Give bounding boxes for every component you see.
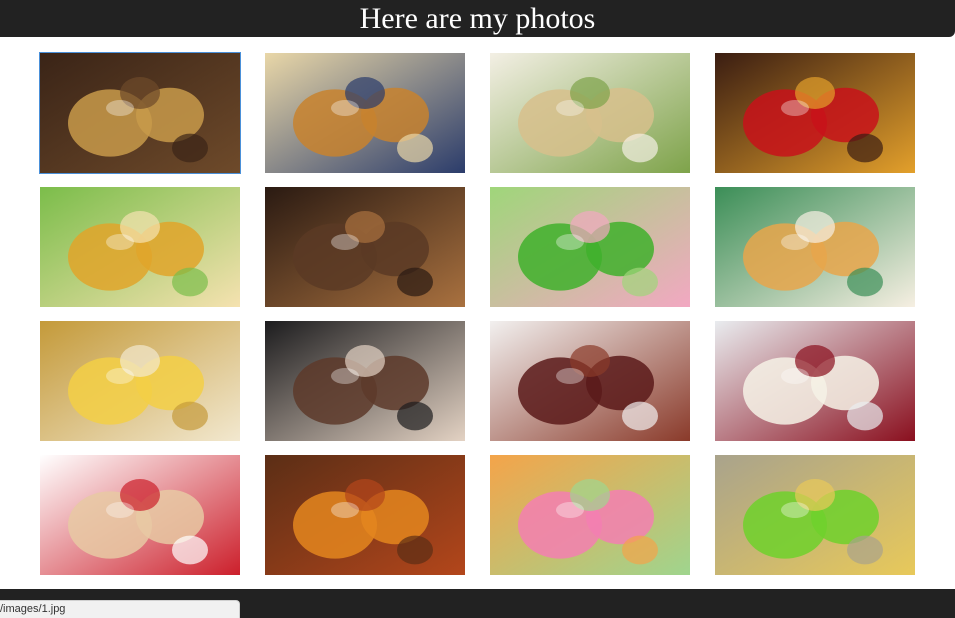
photo-tile[interactable] [265,53,465,173]
photo-tile[interactable] [715,53,915,173]
green-jelly-glasses-photo [715,455,915,575]
photo-tile[interactable] [40,321,240,441]
photo-tile[interactable] [39,52,241,174]
photo-tile[interactable] [490,187,690,307]
berry-layer-cake-photo [40,455,240,575]
cherry-chocolate-cake-photo [490,321,690,441]
honey-jars-photo [40,187,240,307]
photo-tile[interactable] [40,455,240,575]
photo-tile[interactable] [490,455,690,575]
leopard-cupcakes-photo [40,53,240,173]
photo-tile[interactable] [715,455,915,575]
status-bar-url: /images/1.jpg [0,600,240,618]
cherry-cheesecake-photo [715,321,915,441]
photo-tile[interactable] [265,455,465,575]
page-header: Here are my photos [0,0,955,37]
photo-tile[interactable] [490,321,690,441]
photo-tile[interactable] [715,187,915,307]
kiwi-cake-slice-photo [490,53,690,173]
page-title: Here are my photos [359,2,596,35]
photo-tile[interactable] [715,321,915,441]
coffee-beans-spices-photo [265,187,465,307]
photo-tile[interactable] [265,187,465,307]
blueberry-muffins-photo [265,53,465,173]
green-frosted-cupcakes-photo [490,187,690,307]
pancakes-stack-photo [715,187,915,307]
photo-tile[interactable] [265,321,465,441]
photo-tile[interactable] [40,187,240,307]
festive-tea-photo [715,53,915,173]
orange-tea-spices-photo [265,455,465,575]
cheese-platter-photo [40,321,240,441]
chocolate-candies-photo [265,321,465,441]
ice-cream-scoops-photo [490,455,690,575]
photo-tile[interactable] [490,53,690,173]
